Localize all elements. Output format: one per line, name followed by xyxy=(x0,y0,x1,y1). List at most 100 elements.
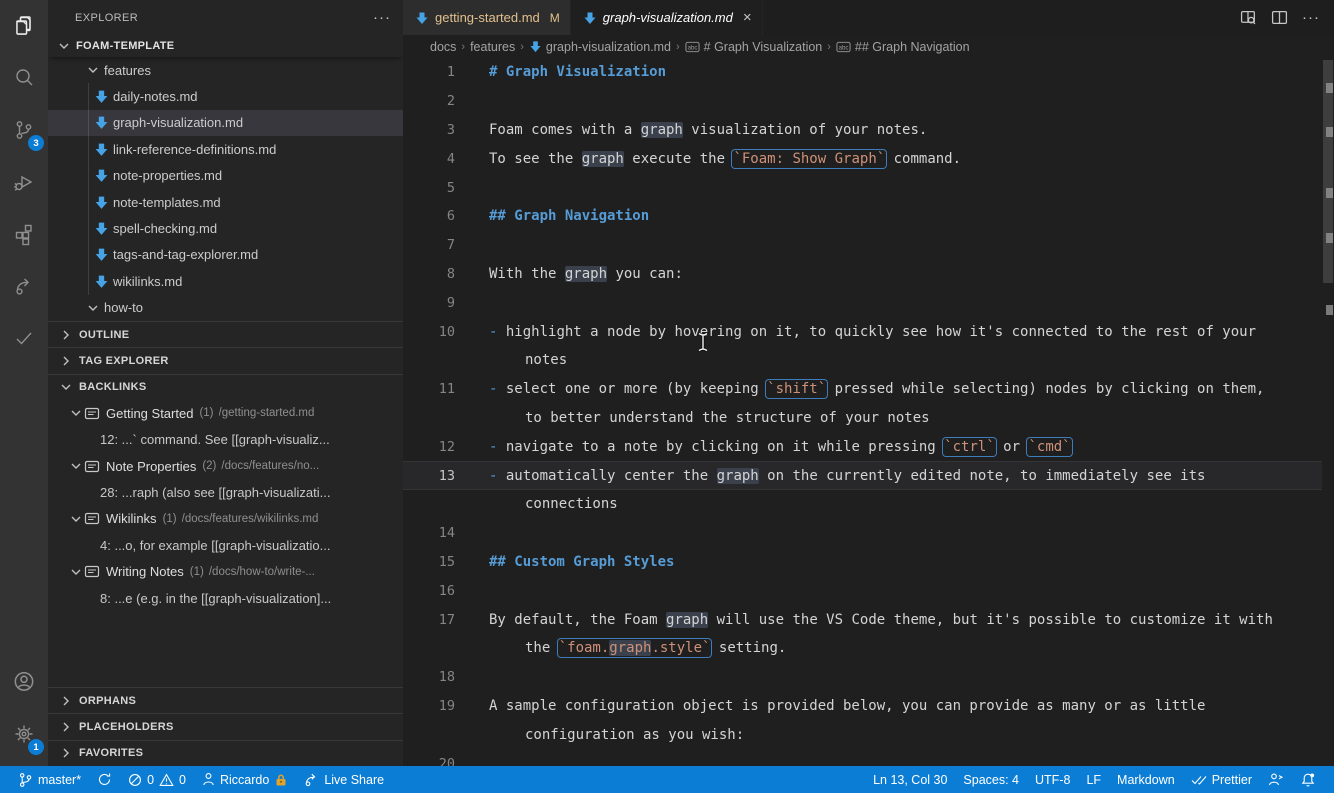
line-number[interactable]: 15 xyxy=(403,554,455,570)
editor-line[interactable]: 4 To see the graph execute the `Foam: Sho… xyxy=(403,144,1322,173)
editor-line[interactable]: 18 xyxy=(403,663,1322,692)
breadcrumb-file[interactable]: graph-visualization.md xyxy=(529,40,671,54)
line-number[interactable]: 14 xyxy=(403,525,455,541)
editor-content[interactable]: 1 # Graph Visualization 2 3 Foam comes with … xyxy=(403,58,1322,766)
backlink-snippet[interactable]: 4: ...o, for example [[graph-visualizati… xyxy=(48,532,403,558)
tab-graph-visualization[interactable]: graph-visualization.md × xyxy=(570,0,763,35)
tab-getting-started[interactable]: getting-started.md M xyxy=(403,0,571,35)
split-editor-icon[interactable] xyxy=(1271,9,1288,26)
breadcrumb-heading2[interactable]: abc ## Graph Navigation xyxy=(836,40,970,54)
line-number[interactable]: 4 xyxy=(403,151,455,167)
editor-line[interactable]: configuration as you wish: xyxy=(403,720,1322,749)
open-preview-icon[interactable] xyxy=(1240,9,1257,26)
editor-line[interactable]: 14 xyxy=(403,519,1322,548)
line-number[interactable]: 2 xyxy=(403,93,455,109)
editor-line[interactable]: notes xyxy=(403,346,1322,375)
editor-line[interactable]: 8 With the graph you can: xyxy=(403,260,1322,289)
editor-line[interactable]: to better understand the structure of yo… xyxy=(403,404,1322,433)
line-number[interactable]: 19 xyxy=(403,698,455,714)
file-spell-checking.md[interactable]: spell-checking.md xyxy=(48,215,403,241)
eol-status[interactable]: LF xyxy=(1078,766,1109,793)
file-tags-and-tag-explorer.md[interactable]: tags-and-tag-explorer.md xyxy=(48,242,403,268)
cursor-position-status[interactable]: Ln 13, Col 30 xyxy=(865,766,955,793)
file-graph-visualization.md[interactable]: graph-visualization.md xyxy=(48,109,403,137)
editor-line[interactable]: 1 # Graph Visualization xyxy=(403,58,1322,87)
editor-line[interactable]: 10- highlight a node by hovering on it, … xyxy=(403,317,1322,346)
notifications-status[interactable] xyxy=(1292,766,1324,793)
more-actions-icon[interactable]: ··· xyxy=(1302,9,1320,26)
line-number[interactable]: 6 xyxy=(403,208,455,224)
live-share-status[interactable]: Live Share xyxy=(296,766,392,793)
editor-line[interactable]: 16 xyxy=(403,576,1322,605)
activity-checks-button[interactable] xyxy=(0,312,48,364)
explorer-more-actions-icon[interactable]: ··· xyxy=(373,9,391,26)
editor-line[interactable]: 2 xyxy=(403,87,1322,116)
line-number[interactable]: 18 xyxy=(403,669,455,685)
section-backlinks[interactable]: BACKLINKS xyxy=(48,373,403,400)
line-number[interactable]: 10 xyxy=(403,324,455,340)
activity-explorer-button[interactable] xyxy=(0,0,48,52)
backlink-item-2[interactable]: Wikilinks (1) /docs/features/wikilinks.md xyxy=(48,506,403,532)
section-placeholders[interactable]: PLACEHOLDERS xyxy=(48,713,403,739)
backlink-snippet[interactable]: 28: ...raph (also see [[graph-visualizat… xyxy=(48,479,403,505)
backlink-item-1[interactable]: Note Properties (2) /docs/features/no... xyxy=(48,453,403,479)
file-link-reference-definitions.md[interactable]: link-reference-definitions.md xyxy=(48,136,403,162)
file-wikilinks.md[interactable]: wikilinks.md xyxy=(48,268,403,294)
language-mode-status[interactable]: Markdown xyxy=(1109,766,1183,793)
feedback-status[interactable] xyxy=(1260,766,1292,793)
settings-button[interactable]: 1 xyxy=(0,708,48,760)
scrollbar-thumb[interactable] xyxy=(1323,60,1333,283)
account-button[interactable] xyxy=(0,656,48,708)
editor-line[interactable]: the `foam.graph.style` setting. xyxy=(403,634,1322,663)
folder-how-to[interactable]: how-to xyxy=(48,295,403,321)
file-daily-notes.md[interactable]: daily-notes.md xyxy=(48,83,403,109)
breadcrumb-heading1[interactable]: abc # Graph Visualization xyxy=(685,40,822,54)
line-number[interactable]: 8 xyxy=(403,266,455,282)
backlink-item-3[interactable]: Writing Notes (1) /docs/how-to/write-... xyxy=(48,558,403,584)
formatter-status[interactable]: Prettier xyxy=(1183,766,1260,793)
line-number[interactable]: 9 xyxy=(403,295,455,311)
problems-status[interactable]: 0 0 xyxy=(120,766,194,793)
editor-line[interactable]: 15 ## Custom Graph Styles xyxy=(403,548,1322,577)
editor-line[interactable]: 19 A sample configuration object is provi… xyxy=(403,692,1322,721)
editor-line[interactable]: 7 xyxy=(403,231,1322,260)
encoding-status[interactable]: UTF-8 xyxy=(1027,766,1078,793)
section-outline[interactable]: OUTLINE xyxy=(48,320,403,347)
indentation-status[interactable]: Spaces: 4 xyxy=(955,766,1027,793)
breadcrumb-docs[interactable]: docs xyxy=(430,40,456,54)
editor-line[interactable]: 6 ## Graph Navigation xyxy=(403,202,1322,231)
editor-scrollbar[interactable] xyxy=(1322,58,1334,766)
editor-line[interactable]: 13- automatically center the graph on th… xyxy=(403,461,1322,490)
editor-line[interactable]: 3 Foam comes with a graph visualization o… xyxy=(403,116,1322,145)
line-number[interactable]: 20 xyxy=(403,756,455,766)
tab-close-icon[interactable]: × xyxy=(743,9,752,26)
line-number[interactable]: 16 xyxy=(403,583,455,599)
activity-search-button[interactable] xyxy=(0,52,48,104)
file-note-properties.md[interactable]: note-properties.md xyxy=(48,163,403,189)
line-number[interactable]: 13 xyxy=(403,468,455,484)
git-branch-status[interactable]: master* xyxy=(10,766,89,793)
editor-line[interactable]: 9 xyxy=(403,288,1322,317)
line-number[interactable]: 5 xyxy=(403,180,455,196)
account-status[interactable]: Riccardo xyxy=(194,766,296,793)
breadcrumb-features[interactable]: features xyxy=(470,40,515,54)
editor-line[interactable]: 20 xyxy=(403,749,1322,766)
workspace-section-header[interactable]: FOAM-TEMPLATE xyxy=(48,35,403,57)
backlink-item-0[interactable]: Getting Started (1) /getting-started.md xyxy=(48,400,403,426)
activity-source-control-button[interactable]: 3 xyxy=(0,104,48,156)
section-favorites[interactable]: FAVORITES xyxy=(48,739,403,766)
section-tag-explorer[interactable]: TAG EXPLORER xyxy=(48,347,403,373)
activity-extensions-button[interactable] xyxy=(0,208,48,260)
file-note-templates.md[interactable]: note-templates.md xyxy=(48,189,403,215)
editor-line[interactable]: 17 By default, the Foam graph will use th… xyxy=(403,605,1322,634)
section-orphans[interactable]: ORPHANS xyxy=(48,686,403,713)
backlink-snippet[interactable]: 12: ...` command. See [[graph-visualiz..… xyxy=(48,426,403,452)
editor-line[interactable]: connections xyxy=(403,490,1322,519)
sync-status[interactable] xyxy=(89,766,120,793)
editor-line[interactable]: 11- select one or more (by keeping `shif… xyxy=(403,375,1322,404)
editor-line[interactable]: 5 xyxy=(403,173,1322,202)
line-number[interactable]: 7 xyxy=(403,237,455,253)
line-number[interactable]: 1 xyxy=(403,64,455,80)
activity-live-share-button[interactable] xyxy=(0,260,48,312)
line-number[interactable]: 12 xyxy=(403,439,455,455)
